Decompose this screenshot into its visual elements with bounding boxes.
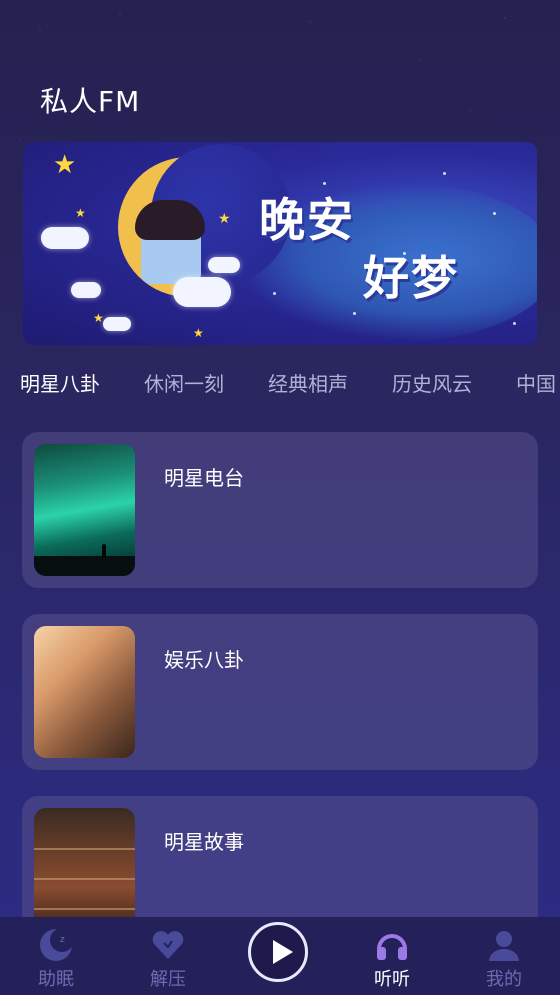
play-button[interactable] — [248, 922, 308, 982]
user-icon — [489, 931, 519, 961]
tabbar-item-relax[interactable]: 解压 — [128, 917, 208, 995]
cloud — [103, 317, 131, 331]
tab-crosstalk[interactable]: 经典相声 — [268, 368, 348, 397]
tab-china[interactable]: 中国 — [516, 368, 556, 397]
tab-leisure[interactable]: 休闲一刻 — [144, 368, 224, 397]
star-icon: ★ — [75, 206, 86, 220]
star-icon: ★ — [53, 150, 77, 180]
list-item[interactable]: 明星电台 — [22, 432, 538, 588]
page-title: 私人FM — [40, 85, 141, 118]
star-icon: ★ — [218, 211, 231, 227]
star-icon: ★ — [193, 326, 204, 340]
list-item-label: 明星电台 — [164, 466, 244, 490]
svg-text:z: z — [60, 935, 65, 945]
tab-history[interactable]: 历史风云 — [392, 368, 472, 397]
category-tabs: 明星八卦 休闲一刻 经典相声 历史风云 中国 — [0, 368, 560, 400]
play-icon — [273, 940, 293, 964]
tabbar-item-mine[interactable]: 我的 — [464, 917, 544, 995]
people-image — [34, 626, 135, 758]
banner-text-line2: 好梦 — [363, 251, 459, 305]
list-item-label: 娱乐八卦 — [164, 648, 244, 672]
tabbar-item-listen[interactable]: 听听 — [352, 917, 432, 995]
list-item-label: 明星故事 — [164, 830, 244, 854]
banner[interactable]: ★ ★ ★ ★ ★ 晚安 好梦 — [23, 142, 537, 345]
cloud — [41, 227, 89, 249]
moon-icon: z — [40, 928, 74, 961]
heart-icon — [152, 931, 184, 959]
tabbar-item-sleep[interactable]: z 助眠 — [16, 917, 96, 995]
tab-star-gossip[interactable]: 明星八卦 — [20, 368, 100, 397]
list-item[interactable]: 娱乐八卦 — [22, 614, 538, 770]
banner-text-line1: 晚安 — [259, 193, 355, 247]
cloud — [71, 282, 101, 298]
cloud — [208, 257, 240, 273]
headphones-icon — [377, 934, 407, 960]
aurora-image — [34, 444, 135, 576]
cloud — [173, 277, 231, 307]
